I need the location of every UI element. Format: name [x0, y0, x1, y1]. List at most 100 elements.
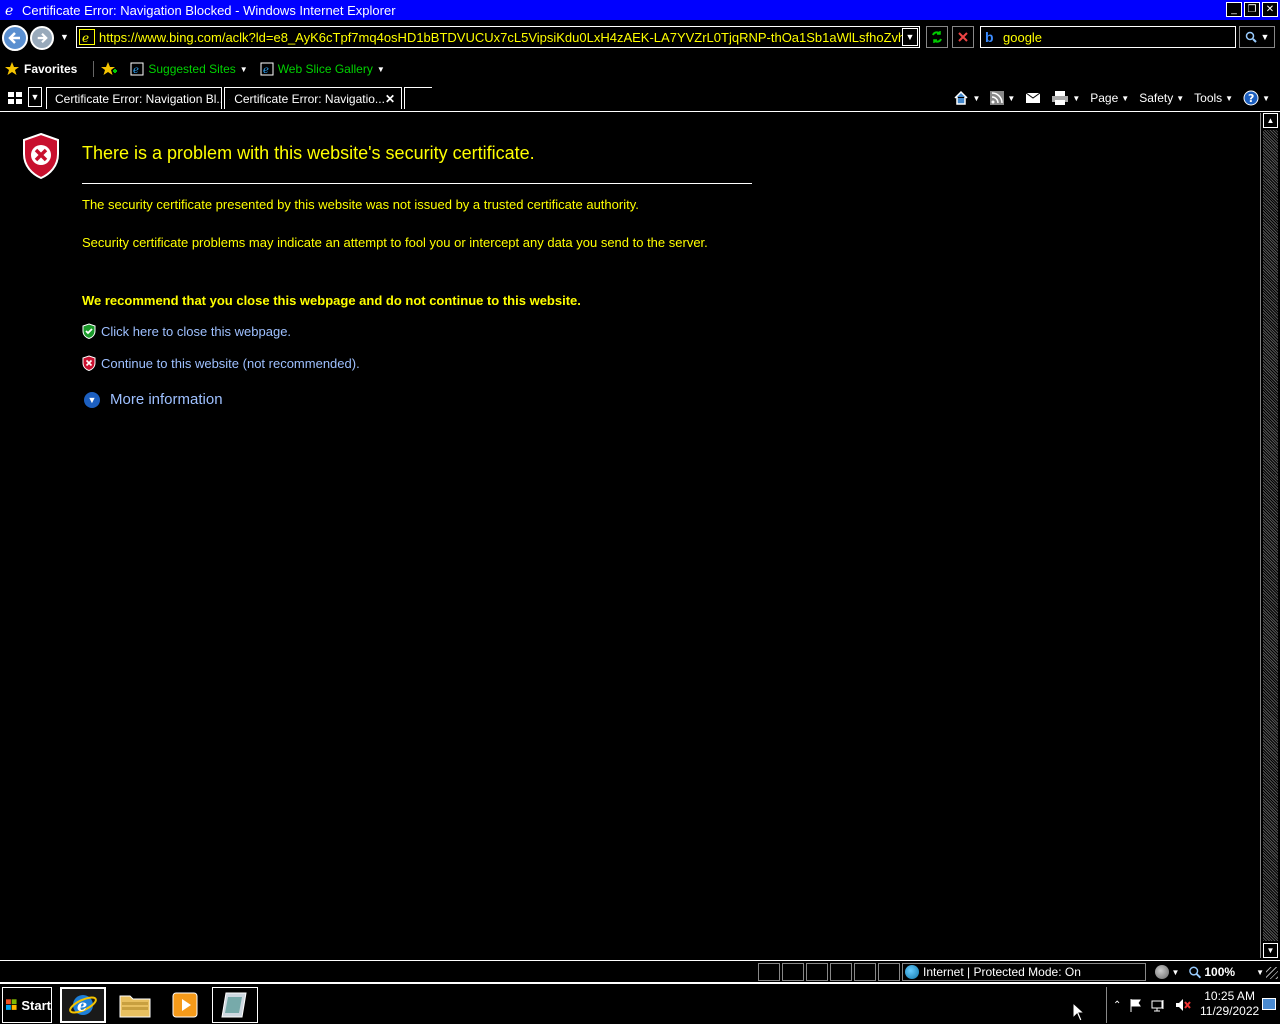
more-information-toggle[interactable]: ▼ More information — [84, 391, 223, 408]
add-to-favorites-bar-button[interactable] — [93, 61, 118, 77]
svg-text:e: e — [77, 996, 87, 1015]
web-slice-gallery-label: Web Slice Gallery — [277, 62, 373, 76]
certificate-explanation: The security certificate presented by th… — [82, 197, 639, 212]
search-button[interactable]: ▼ — [1239, 26, 1275, 48]
chevron-down-icon[interactable]: ▼ — [1262, 94, 1270, 103]
title-bar[interactable]: e Certificate Error: Navigation Blocked … — [0, 0, 1280, 20]
status-bar: Internet | Protected Mode: On ▼ 100% ▼ — [0, 960, 1280, 982]
window-title: Certificate Error: Navigation Blocked - … — [22, 2, 396, 18]
chevron-down-icon[interactable]: ▼ — [1072, 94, 1080, 103]
close-webpage-link-text[interactable]: Click here to close this webpage. — [101, 324, 291, 339]
taskbar-file-explorer[interactable] — [112, 987, 158, 1023]
suggested-sites-label: Suggested Sites — [148, 62, 236, 76]
resize-grip[interactable] — [1266, 967, 1278, 979]
arrow-right-icon — [37, 32, 48, 44]
home-button[interactable]: ▼ — [953, 90, 980, 106]
taskbar-app[interactable] — [212, 987, 258, 1023]
tab-certificate-error-1[interactable]: e Certificate Error: Navigation Bl... — [46, 87, 222, 109]
ie-logo-icon: e — [3, 2, 19, 18]
taskbar-internet-explorer[interactable]: e — [60, 987, 106, 1023]
close-window-button[interactable]: ✕ — [1262, 2, 1278, 17]
status-segment — [854, 963, 876, 981]
tab-label: Certificate Error: Navigatio... — [234, 91, 385, 106]
recent-pages-dropdown[interactable]: ▼ — [60, 32, 69, 42]
start-label: Start — [21, 997, 51, 1013]
restore-button[interactable]: ❐ — [1244, 2, 1260, 17]
ie-page-icon: e — [260, 62, 274, 76]
folder-icon — [119, 995, 151, 1018]
start-button[interactable]: Start — [2, 987, 52, 1023]
help-icon: ? — [1243, 90, 1259, 106]
windows-logo-icon — [6, 999, 17, 1010]
rss-icon — [990, 91, 1005, 105]
tab-certificate-error-2[interactable]: e Certificate Error: Navigatio... ✕ — [224, 87, 402, 109]
taskbar-media-player[interactable] — [162, 987, 208, 1023]
svg-text:e: e — [229, 98, 230, 100]
address-bar[interactable]: e https://www.bing.com/aclk?ld=e8_AyK6cT… — [76, 26, 920, 48]
web-slice-gallery-link[interactable]: e Web Slice Gallery ▼ — [260, 62, 385, 76]
search-box[interactable]: b google — [980, 26, 1236, 48]
address-input[interactable]: https://www.bing.com/aclk?ld=e8_AyK6cTpf… — [99, 30, 902, 45]
safety-menu-label: Safety — [1139, 91, 1174, 105]
tab-list-dropdown[interactable]: ▼ — [28, 87, 42, 107]
system-clock[interactable]: 10:25 AM 11/29/2022 — [1200, 989, 1259, 1019]
suggested-sites-link[interactable]: e Suggested Sites ▼ — [130, 62, 248, 76]
feeds-button[interactable]: ▼ — [990, 91, 1015, 105]
status-segment — [782, 963, 804, 981]
action-center-flag-icon — [1130, 999, 1142, 1012]
favorites-label: Favorites — [24, 62, 78, 76]
ie-page-icon: e — [130, 62, 144, 76]
more-information-label[interactable]: More information — [110, 391, 223, 408]
favorites-button[interactable]: Favorites — [4, 61, 77, 77]
page-menu[interactable]: Page ▼ — [1090, 91, 1129, 105]
clock-time: 10:25 AM — [1204, 989, 1255, 1003]
vertical-scrollbar[interactable]: ▲ ▼ — [1260, 113, 1280, 958]
close-webpage-link[interactable]: Click here to close this webpage. — [82, 323, 291, 339]
protected-mode-options[interactable]: ▼ — [1150, 963, 1184, 981]
search-options-dropdown[interactable]: ▼ — [1261, 32, 1270, 42]
security-zone[interactable]: Internet | Protected Mode: On — [902, 963, 1146, 981]
taskbar: Start e ⌃ 10:25 AM 11/29/2022 — [0, 982, 1280, 1024]
continue-to-website-link[interactable]: Continue to this website (not recommende… — [82, 355, 360, 371]
back-button[interactable] — [2, 25, 28, 51]
tools-menu-label: Tools — [1194, 91, 1223, 105]
stop-button[interactable] — [952, 26, 974, 48]
help-button[interactable]: ? ▼ — [1243, 90, 1270, 106]
quick-tabs-button[interactable] — [4, 88, 26, 108]
close-tab-icon[interactable]: ✕ — [385, 92, 395, 106]
print-button[interactable]: ▼ — [1051, 90, 1080, 106]
app-icon — [221, 992, 247, 1018]
forward-button[interactable] — [30, 26, 54, 50]
safety-menu[interactable]: Safety ▼ — [1139, 91, 1184, 105]
favorites-bar: Favorites e Suggested Sites ▼ e Web Slic… — [0, 56, 1280, 82]
chevron-down-icon: ▼ — [1225, 93, 1234, 103]
show-hidden-icons-icon[interactable]: ⌃ — [1113, 1000, 1121, 1011]
zoom-control[interactable]: 100% ▼ — [1188, 963, 1264, 981]
chevron-down-icon[interactable]: ▼ — [972, 94, 980, 103]
show-desktop-button[interactable] — [1262, 998, 1276, 1010]
refresh-icon — [932, 31, 942, 43]
continue-link-text[interactable]: Continue to this website (not recommende… — [101, 356, 360, 371]
add-favorite-icon — [101, 62, 118, 75]
minimize-button[interactable]: _ — [1226, 2, 1242, 17]
address-dropdown-button[interactable]: ▼ — [902, 28, 918, 46]
tab-label: Certificate Error: Navigation Bl... — [55, 91, 222, 106]
read-mail-button[interactable] — [1025, 92, 1041, 104]
chevron-down-icon[interactable]: ▼ — [1007, 94, 1015, 103]
tab-bar: ▼ e Certificate Error: Navigation Bl... … — [0, 84, 1280, 112]
search-input[interactable]: google — [1003, 30, 1042, 45]
chevron-down-icon[interactable]: ▼ — [1256, 968, 1264, 977]
divider — [82, 183, 752, 184]
scroll-up-button[interactable]: ▲ — [1263, 113, 1278, 128]
scroll-down-button[interactable]: ▼ — [1263, 943, 1278, 958]
new-tab-button[interactable] — [404, 87, 432, 109]
chevron-down-icon: ▼ — [376, 64, 385, 74]
arrow-left-icon — [8, 32, 20, 44]
red-shield-x-icon — [82, 355, 96, 371]
network-icon — [1151, 1000, 1164, 1012]
media-player-icon — [172, 992, 198, 1018]
scrollbar-track[interactable] — [1263, 130, 1278, 941]
tools-menu[interactable]: Tools ▼ — [1194, 91, 1233, 105]
green-shield-check-icon — [82, 323, 96, 339]
refresh-button[interactable] — [926, 26, 948, 48]
